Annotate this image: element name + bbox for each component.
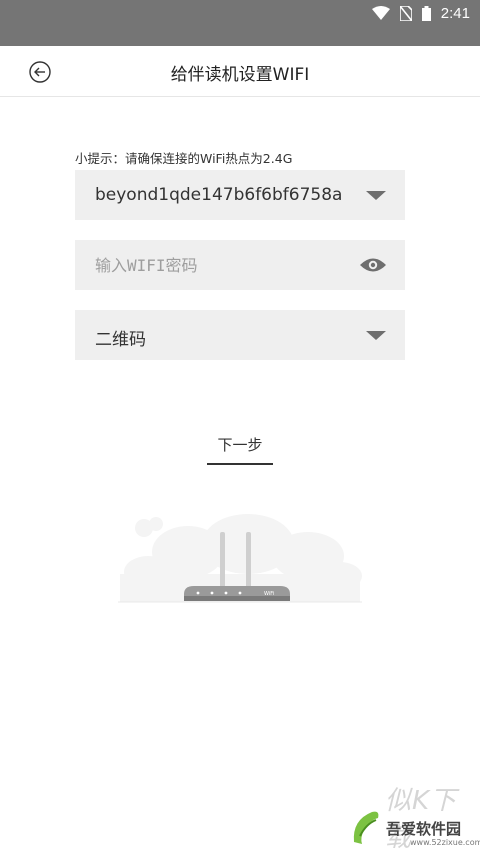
router-label: WiFi [264,591,274,597]
status-time: 2:41 [440,4,470,22]
watermark-url: www.52zixue.com [410,838,480,847]
watermark: 似K下载 吾爱软件园 www.52zixue.com [350,780,480,853]
router-illustration: WiFi [118,514,362,603]
ssid-select[interactable]: beyond1qde147b6f6bf6758a [75,170,405,220]
status-icons: 2:41 [371,4,470,22]
mode-value: 二维码 [95,330,146,350]
ssid-value: beyond1qde147b6f6bf6758a [95,185,343,205]
next-button[interactable]: 下一步 [207,434,273,465]
password-input[interactable] [95,252,345,278]
header: 给伴读机设置WIFI [0,46,480,97]
status-bar: 2:41 [0,0,480,46]
no-sim-icon [399,5,412,21]
page-title: 给伴读机设置WIFI [170,65,310,85]
chevron-down-icon [366,191,386,200]
chevron-down-icon [366,331,386,340]
password-field-container [75,240,405,290]
eye-icon[interactable] [359,257,387,273]
battery-icon [421,5,431,21]
hint-text: 小提示：请确保连接的WiFi热点为2.4G [75,151,293,166]
wifi-icon [371,6,390,20]
watermark-logo-icon [353,811,379,844]
mode-select[interactable]: 二维码 [75,310,405,360]
watermark-site-name: 吾爱软件园 [386,820,462,838]
